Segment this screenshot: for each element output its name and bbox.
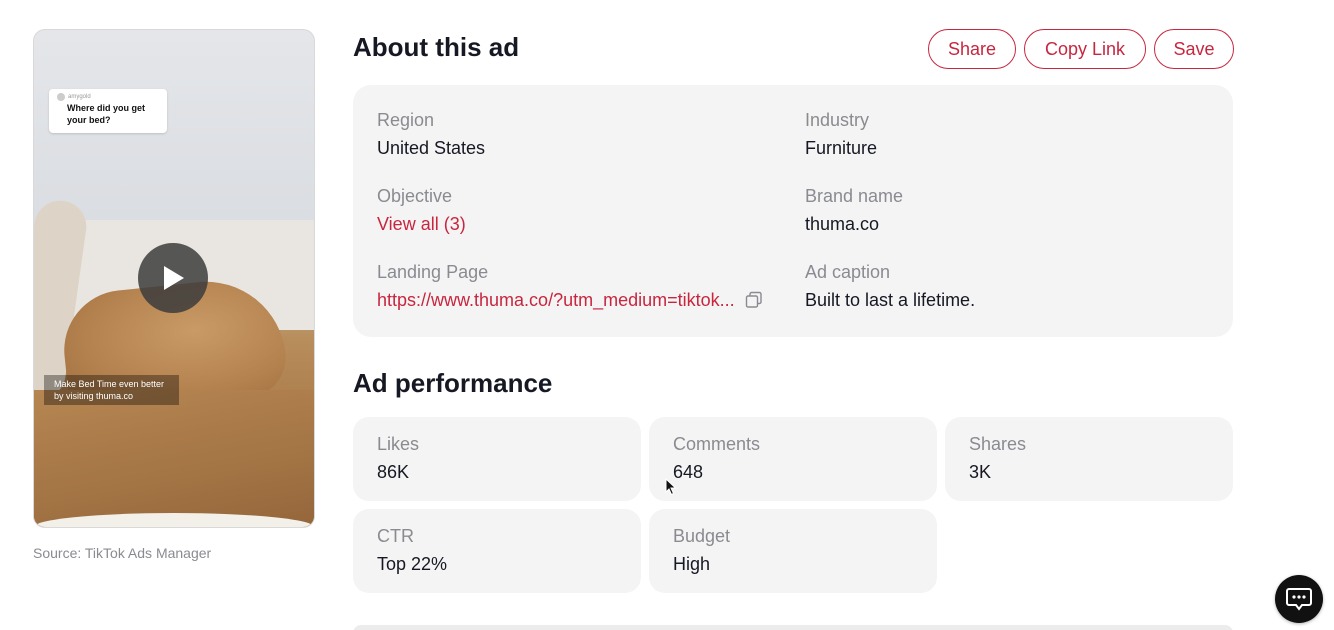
video-overlay-caption: Make Bed Time even better by visiting th… [44,375,179,405]
ad-caption-label: Ad caption [805,262,891,282]
metric-ctr: CTR Top 22% [353,509,641,593]
landing-page-link[interactable]: https://www.thuma.co/?utm_medium=tiktok.… [377,289,735,311]
brand-label: Brand name [805,186,904,206]
objective-label: Objective [377,186,453,206]
industry-label: Industry [805,110,870,130]
objective-view-all-link[interactable]: View all (3) [377,213,466,235]
region-field: Region United States [377,109,485,159]
play-icon [164,266,184,290]
chat-icon [1286,588,1312,611]
share-button[interactable]: Share [928,29,1016,69]
metric-shares: Shares 3K [945,417,1233,501]
save-button[interactable]: Save [1154,29,1234,69]
comment-user: amygold [68,94,91,100]
copy-link-button[interactable]: Copy Link [1024,29,1146,69]
shares-label: Shares [969,434,1027,454]
industry-field: Industry Furniture [805,109,877,159]
ad-caption-value: Built to last a lifetime. [805,290,976,310]
budget-label: Budget [673,526,731,546]
industry-value: Furniture [805,138,878,158]
ad-video-preview[interactable]: amygold Where did you get your bed? Make… [33,29,315,528]
mouse-cursor-icon [665,478,677,496]
landing-page-row: https://www.thuma.co/?utm_medium=tiktok.… [377,289,763,311]
play-button[interactable] [138,243,208,313]
comments-label: Comments [673,434,761,454]
page-title: About this ad [353,32,520,62]
budget-value: High [673,554,711,574]
source-note: Source: TikTok Ads Manager [33,545,212,561]
metric-comments: Comments 648 [649,417,937,501]
ctr-label: CTR [377,526,414,546]
next-section-card [353,625,1233,630]
ad-details-card: Region United States Industry Furniture … [353,85,1233,337]
brand-value: thuma.co [805,214,880,234]
metric-budget: Budget High [649,509,937,593]
comment-question: Where did you get your bed? [67,103,146,125]
comment-user-row: amygold [57,93,159,101]
chat-button[interactable] [1275,575,1323,623]
comments-value: 648 [673,462,704,482]
ad-caption-field: Ad caption Built to last a lifetime. [805,261,975,311]
landing-page-field: Landing Page https://www.thuma.co/?utm_m… [377,261,763,311]
landing-page-label: Landing Page [377,262,489,282]
likes-label: Likes [377,434,420,454]
comment-avatar [57,93,65,101]
region-value: United States [377,138,486,158]
ctr-value: Top 22% [377,554,448,574]
brand-field: Brand name thuma.co [805,185,903,235]
action-buttons: Share Copy Link Save [928,29,1234,69]
comment-bubble: amygold Where did you get your bed? [49,89,167,133]
metric-likes: Likes 86K [353,417,641,501]
likes-value: 86K [377,462,410,482]
copy-icon[interactable] [745,291,763,309]
ad-detail-page: amygold Where did you get your bed? Make… [0,0,1334,630]
shares-value: 3K [969,462,992,482]
region-label: Region [377,110,435,130]
objective-field: Objective View all (3) [377,185,466,235]
video-bedsheet [34,390,314,527]
performance-title: Ad performance [353,368,553,398]
